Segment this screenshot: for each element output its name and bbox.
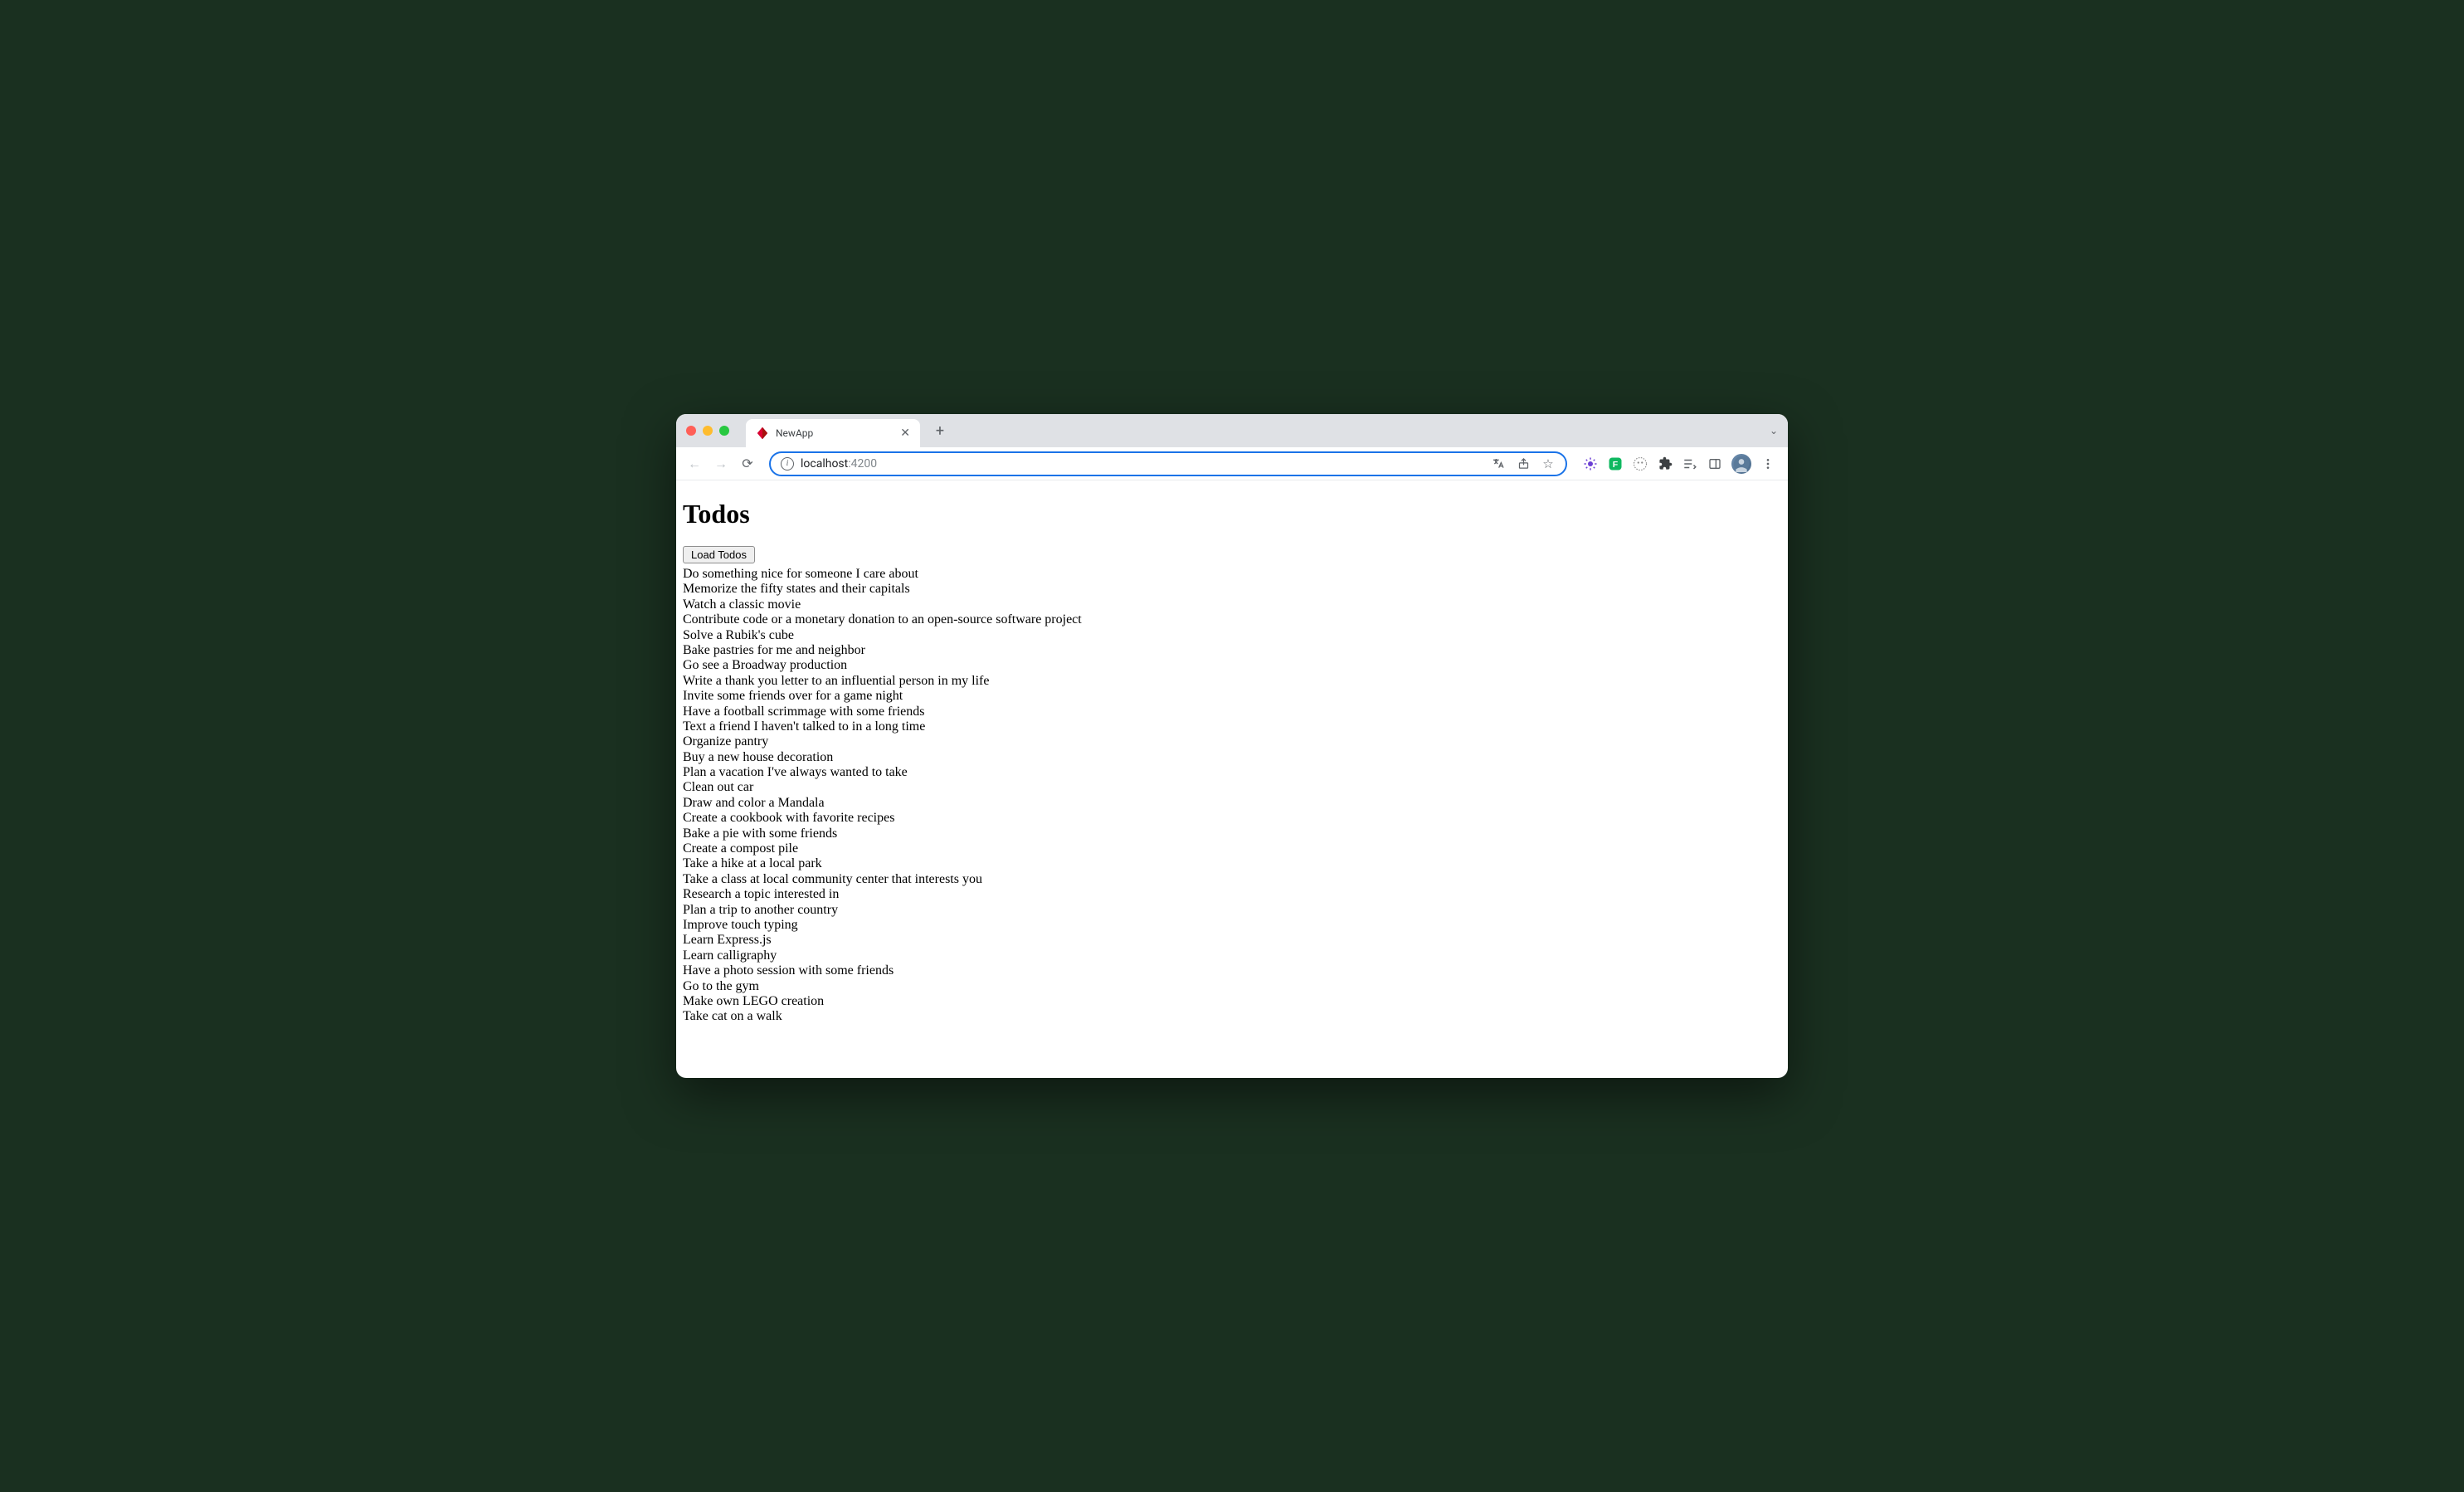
- todo-item: Go see a Broadway production: [683, 658, 1781, 673]
- extension-icons: F: [1577, 454, 1781, 474]
- url-port: :4200: [848, 457, 877, 471]
- todo-item: Take a class at local community center t…: [683, 872, 1781, 887]
- todo-list: Do something nice for someone I care abo…: [683, 567, 1781, 1025]
- browser-tab[interactable]: NewApp ✕: [746, 419, 920, 447]
- todo-item: Have a football scrimmage with some frie…: [683, 705, 1781, 719]
- todo-item: Bake pastries for me and neighbor: [683, 643, 1781, 658]
- todo-item: Write a thank you letter to an influenti…: [683, 674, 1781, 689]
- todo-item: Improve touch typing: [683, 918, 1781, 933]
- todo-item: Research a topic interested in: [683, 887, 1781, 902]
- todo-item: Create a cookbook with favorite recipes: [683, 811, 1781, 826]
- window-controls: [686, 426, 729, 436]
- address-bar[interactable]: i localhost:4200 ☆: [769, 451, 1567, 476]
- todo-item: Contribute code or a monetary donation t…: [683, 612, 1781, 627]
- todo-item: Text a friend I haven't talked to in a l…: [683, 719, 1781, 734]
- url-text: localhost:4200: [801, 457, 877, 471]
- forward-button[interactable]: →: [709, 452, 733, 475]
- new-tab-button[interactable]: +: [928, 419, 952, 442]
- url-host: localhost: [801, 457, 848, 471]
- extensions-puzzle-icon[interactable]: [1657, 456, 1673, 472]
- reload-button[interactable]: ⟳: [736, 452, 759, 475]
- extension-icon-3[interactable]: [1632, 456, 1648, 472]
- todo-item: Make own LEGO creation: [683, 994, 1781, 1009]
- todo-item: Organize pantry: [683, 734, 1781, 749]
- todo-item: Learn calligraphy: [683, 948, 1781, 963]
- todo-item: Buy a new house decoration: [683, 750, 1781, 765]
- toolbar: ← → ⟳ i localhost:4200 ☆ F: [676, 447, 1788, 480]
- todo-item: Take cat on a walk: [683, 1009, 1781, 1024]
- todo-item: Plan a vacation I've always wanted to ta…: [683, 765, 1781, 780]
- maximize-window-button[interactable]: [719, 426, 729, 436]
- profile-avatar[interactable]: [1731, 454, 1751, 474]
- page-content: Todos Load Todos Do something nice for s…: [676, 480, 1788, 1078]
- todo-item: Do something nice for someone I care abo…: [683, 567, 1781, 582]
- page-heading: Todos: [683, 499, 1781, 529]
- todo-item: Solve a Rubik's cube: [683, 628, 1781, 643]
- translate-icon[interactable]: [1491, 456, 1506, 471]
- todo-item: Have a photo session with some friends: [683, 963, 1781, 978]
- share-icon[interactable]: [1516, 456, 1531, 471]
- bookmark-star-icon[interactable]: ☆: [1541, 456, 1556, 471]
- back-button[interactable]: ←: [683, 452, 706, 475]
- reading-list-icon[interactable]: [1682, 456, 1698, 472]
- todo-item: Clean out car: [683, 780, 1781, 795]
- todo-item: Memorize the fifty states and their capi…: [683, 582, 1781, 597]
- svg-text:F: F: [1613, 459, 1619, 469]
- close-tab-button[interactable]: ✕: [900, 427, 910, 440]
- favicon-icon: [756, 427, 769, 440]
- titlebar: NewApp ✕ + ⌄: [676, 414, 1788, 447]
- todo-item: Draw and color a Mandala: [683, 796, 1781, 811]
- minimize-window-button[interactable]: [703, 426, 713, 436]
- todo-item: Go to the gym: [683, 979, 1781, 994]
- todo-item: Watch a classic movie: [683, 597, 1781, 612]
- site-info-icon[interactable]: i: [781, 457, 794, 471]
- tabs-dropdown-button[interactable]: ⌄: [1770, 425, 1778, 436]
- extension-icon-2[interactable]: F: [1607, 456, 1624, 472]
- close-window-button[interactable]: [686, 426, 696, 436]
- extension-icon-1[interactable]: [1582, 456, 1599, 472]
- todo-item: Learn Express.js: [683, 933, 1781, 948]
- todo-item: Create a compost pile: [683, 841, 1781, 856]
- browser-window: NewApp ✕ + ⌄ ← → ⟳ i localhost:4200 ☆: [676, 414, 1788, 1078]
- menu-dots-icon[interactable]: [1760, 456, 1776, 472]
- load-todos-button[interactable]: Load Todos: [683, 546, 755, 563]
- todo-item: Invite some friends over for a game nigh…: [683, 689, 1781, 704]
- todo-item: Bake a pie with some friends: [683, 826, 1781, 841]
- side-panel-icon[interactable]: [1707, 456, 1723, 472]
- tab-title: NewApp: [776, 427, 894, 439]
- todo-item: Plan a trip to another country: [683, 903, 1781, 918]
- todo-item: Take a hike at a local park: [683, 856, 1781, 871]
